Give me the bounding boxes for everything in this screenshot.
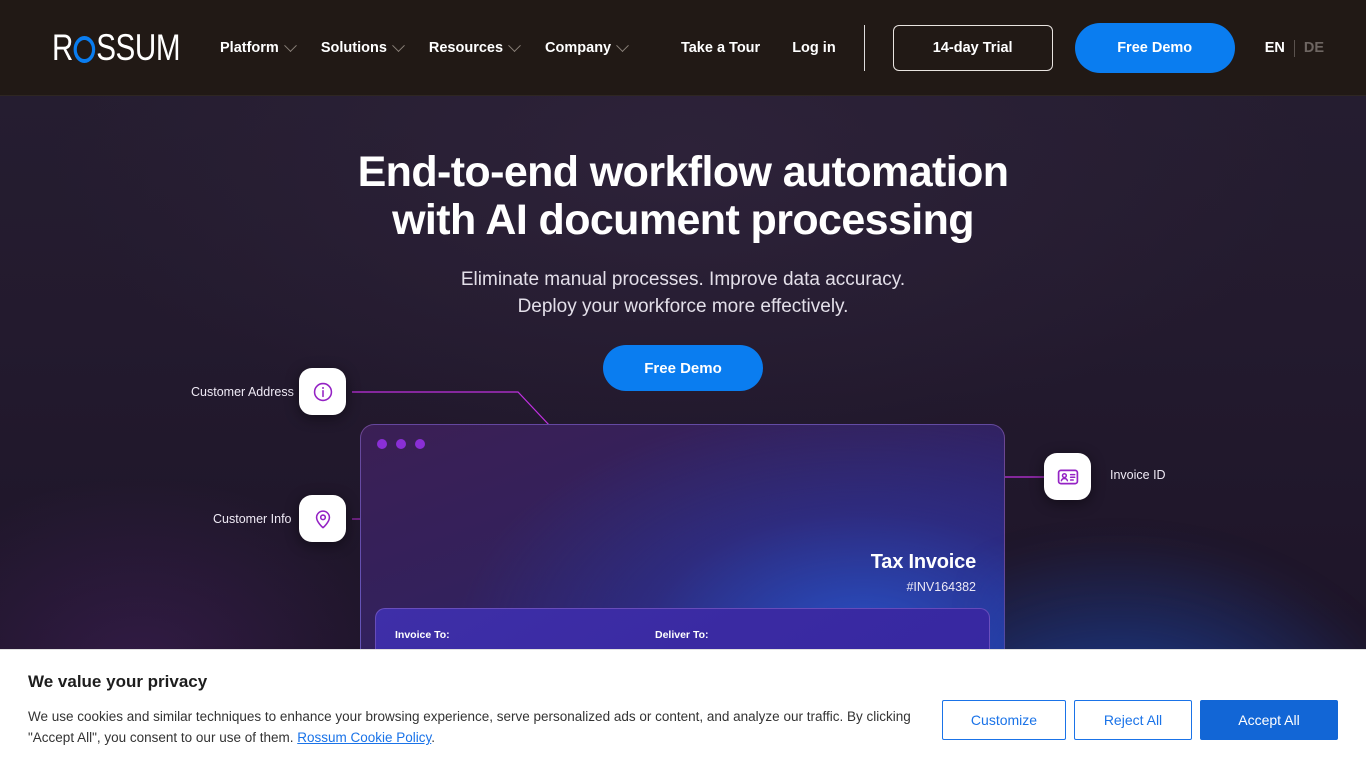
cookie-banner-actions: Customize Reject All Accept All: [942, 700, 1338, 740]
chip-label-invoice-id: Invoice ID: [1110, 468, 1166, 482]
header-actions: Take a Tour Log in 14-day Trial Free Dem…: [681, 0, 1324, 96]
nav-item-resources[interactable]: Resources: [428, 38, 521, 56]
logo-wordmark: R SSUM: [52, 27, 181, 68]
chevron-down-icon: [392, 38, 405, 52]
map-pin-icon: [315, 509, 330, 528]
chevron-down-icon: [616, 38, 629, 52]
lang-de[interactable]: DE: [1304, 40, 1324, 56]
nav-item-company[interactable]: Company: [545, 38, 629, 56]
chip-label-customer-address: Customer Address: [191, 385, 294, 399]
chip-customer-address[interactable]: [299, 368, 346, 415]
invoice-number-text: #INV164382: [906, 580, 976, 594]
window-dot-icon: [377, 439, 387, 449]
customize-button[interactable]: Customize: [942, 700, 1066, 740]
chip-invoice-id[interactable]: [1044, 453, 1091, 500]
take-a-tour-link[interactable]: Take a Tour: [681, 40, 760, 56]
lang-en[interactable]: EN: [1265, 40, 1285, 56]
deliver-to-heading: Deliver To:: [655, 629, 709, 641]
rossum-logo[interactable]: R SSUM: [52, 29, 212, 67]
logo-blue-o-icon: [73, 35, 96, 63]
info-circle-icon: [313, 382, 332, 401]
free-demo-button-header[interactable]: Free Demo: [1074, 23, 1235, 73]
site-header: R SSUM Platform Solutions Resources Comp…: [0, 0, 1366, 96]
logo-letters-ssum: SSUM: [96, 27, 181, 68]
log-in-link[interactable]: Log in: [792, 40, 836, 56]
cookie-body-text: We use cookies and similar techniques to…: [28, 709, 911, 745]
window-dot-icon: [415, 439, 425, 449]
chevron-down-icon: [283, 38, 297, 52]
main-navigation: Platform Solutions Resources Company: [220, 0, 629, 96]
window-dot-icon: [396, 439, 406, 449]
nav-label-company: Company: [545, 40, 612, 56]
lang-divider: [1293, 39, 1295, 57]
id-card-icon: [1057, 469, 1078, 484]
invoice-to-heading: Invoice To:: [395, 629, 450, 641]
cookie-banner-body: We use cookies and similar techniques to…: [28, 706, 933, 748]
trial-button[interactable]: 14-day Trial: [892, 25, 1053, 71]
chip-customer-info[interactable]: [299, 495, 346, 542]
invoice-heading: Tax Invoice #INV164382: [871, 551, 976, 594]
cookie-consent-banner: We value your privacy We use cookies and…: [0, 649, 1366, 768]
nav-label-platform: Platform: [220, 40, 279, 56]
invoice-title-text: Tax Invoice: [870, 551, 976, 573]
cookie-body-text-end: .: [431, 730, 436, 745]
window-dots: [377, 439, 425, 449]
chevron-down-icon: [508, 38, 521, 52]
cookie-policy-link[interactable]: Rossum Cookie Policy: [297, 730, 431, 745]
nav-item-solutions[interactable]: Solutions: [320, 38, 405, 56]
nav-item-platform[interactable]: Platform: [220, 38, 297, 56]
header-divider: [863, 25, 865, 71]
nav-label-resources: Resources: [428, 40, 504, 56]
logo-letter-r: R: [52, 27, 73, 68]
language-switcher: EN DE: [1265, 39, 1324, 57]
nav-label-solutions: Solutions: [320, 40, 387, 56]
cookie-banner-title: We value your privacy: [28, 672, 208, 691]
accept-all-button[interactable]: Accept All: [1200, 700, 1338, 740]
chip-label-customer-info: Customer Info: [213, 512, 292, 526]
reject-all-button[interactable]: Reject All: [1074, 700, 1192, 740]
